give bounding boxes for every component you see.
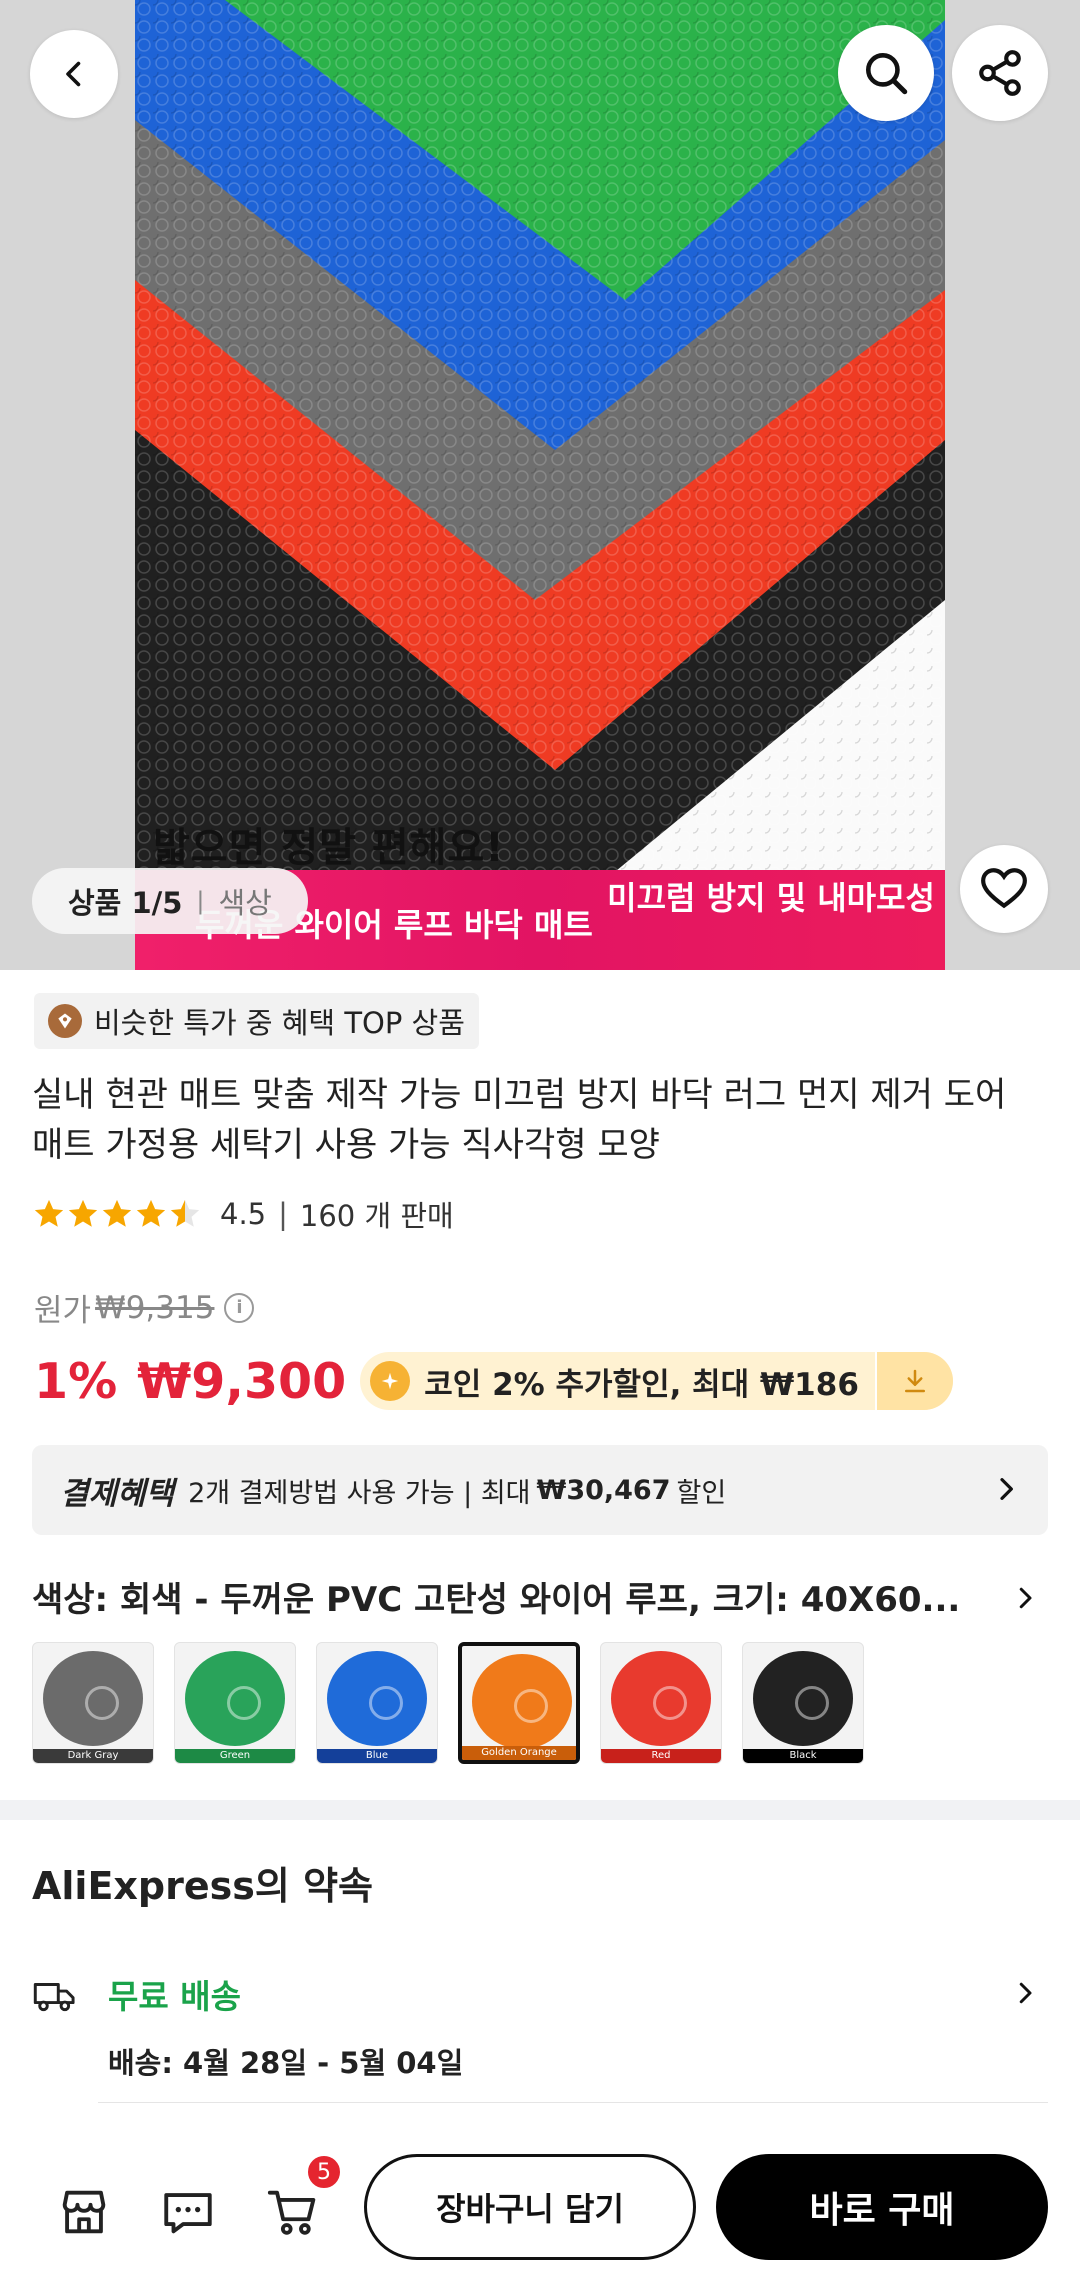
truck-icon	[32, 1976, 78, 2020]
color-swatch[interactable]: Red	[600, 1642, 722, 1764]
chevron-right-icon	[1010, 1582, 1040, 1622]
image-counter-current: 상품 1/5	[68, 886, 183, 920]
buy-now-button[interactable]: 바로 구매	[716, 2154, 1048, 2260]
swatch-image	[611, 1651, 711, 1746]
payment-benefits[interactable]: 결제혜택 2개 결제방법 사용 가능 | 최대 ₩30,467 할인	[32, 1445, 1048, 1535]
color-swatches: Dark Gray Green Blue Golden Orange Red Black	[32, 1642, 884, 1764]
store-icon	[62, 2190, 106, 2234]
cart-count-badge: 5	[306, 2154, 342, 2190]
promise-title: AliExpress의 약속	[32, 1864, 373, 1908]
add-to-cart-button[interactable]: 장바구니 담기	[364, 2154, 696, 2260]
image-counter-color: 색상	[218, 886, 272, 920]
color-swatch[interactable]: Green	[174, 1642, 296, 1764]
chat-icon	[164, 2193, 212, 2234]
image-counter[interactable]: 상품 1/5 | 색상	[32, 868, 308, 934]
banner-right-text: 미끄럼 방지 및 내마모성	[607, 879, 935, 917]
delivery-date: 배송: 4월 28일 - 5월 04일	[108, 2046, 464, 2080]
divider	[98, 2102, 1048, 2103]
chevron-right-icon	[990, 1473, 1022, 1512]
product-image-carousel[interactable]: 밟으면 정말 편해요! 두꺼운 와이어 루프 바닥 매트 미끄럼 방지 및 내마…	[0, 0, 1080, 970]
swatch-label: Black	[743, 1749, 863, 1763]
swatch-image	[43, 1651, 143, 1746]
download-icon	[904, 1369, 925, 1393]
swatch-label: Dark Gray	[33, 1749, 153, 1763]
original-price: 원가 ₩9,315 i	[34, 1285, 255, 1330]
bottom-action-bar: 5 장바구니 담기 바로 구매	[0, 2140, 1080, 2284]
rating-value: 4.5	[220, 1197, 267, 1231]
heart-icon	[981, 868, 1027, 909]
payment-benefits-suffix: 할인	[676, 1477, 727, 1509]
shipping-row[interactable]: 무료 배송 배송: 4월 28일 - 5월 04일	[32, 1970, 1048, 2090]
section-divider	[0, 1800, 1080, 1820]
star-icon	[68, 1199, 98, 1227]
promo-tag: 비슷한 특가 중 혜택 TOP 상품	[34, 993, 479, 1049]
payment-benefits-title: 결제혜택	[60, 1475, 175, 1512]
swatch-image	[327, 1651, 427, 1746]
coin-discount-text: 코인 2% 추가할인, 최대 ₩186	[424, 1366, 859, 1403]
tag-icon	[48, 1004, 82, 1038]
back-button[interactable]	[30, 30, 118, 118]
cart-icon	[267, 2190, 316, 2235]
share-icon	[979, 50, 1021, 96]
star-icon	[102, 1199, 132, 1227]
product-page: 밟으면 정말 편해요! 두꺼운 와이어 루프 바닥 매트 미끄럼 방지 및 내마…	[0, 0, 1080, 2284]
discount-percent: 1%	[34, 1352, 118, 1410]
original-price-label: 원가	[34, 1293, 92, 1329]
share-button[interactable]	[952, 25, 1048, 121]
swatch-label: Red	[601, 1749, 721, 1763]
swatch-image	[472, 1654, 572, 1749]
coin-icon	[370, 1361, 411, 1401]
star-icon	[136, 1199, 166, 1227]
payment-benefits-amount: ₩30,467	[536, 1474, 671, 1506]
product-title: 실내 현관 매트 맞춤 제작 가능 미끄럼 방지 바닥 러그 먼지 제거 도어 …	[32, 1075, 1007, 1165]
search-icon	[866, 53, 908, 95]
original-price-value: ₩9,315	[95, 1289, 215, 1326]
coin-discount-pill[interactable]: 코인 2% 추가할인, 최대 ₩186	[360, 1352, 953, 1410]
color-swatch[interactable]: Black	[742, 1642, 864, 1764]
info-icon[interactable]: i	[224, 1292, 255, 1323]
payment-benefits-text: 2개 결제방법 사용 가능 | 최대	[188, 1477, 531, 1509]
promo-tag-text: 비슷한 특가 중 혜택 TOP 상품	[94, 1006, 465, 1040]
rating-stars	[32, 1197, 202, 1231]
star-icon	[34, 1199, 64, 1227]
swatch-label: Golden Orange	[462, 1746, 576, 1760]
download-coupon-button[interactable]	[874, 1352, 953, 1410]
swatch-image	[185, 1651, 285, 1746]
color-swatch[interactable]: Dark Gray	[32, 1642, 154, 1764]
hero-overlay-text: 밟으면 정말 편해요!	[153, 825, 505, 871]
chat-button[interactable]	[152, 2176, 224, 2248]
color-swatch[interactable]: Golden Orange	[458, 1642, 580, 1764]
color-swatch[interactable]: Blue	[316, 1642, 438, 1764]
free-shipping-label: 무료 배송	[108, 1977, 241, 2016]
store-button[interactable]	[48, 2176, 120, 2248]
sale-price: ₩9,300	[137, 1352, 347, 1410]
swatch-label: Green	[175, 1749, 295, 1763]
search-button[interactable]	[838, 25, 934, 121]
swatch-image	[753, 1651, 853, 1746]
variant-selector[interactable]: 색상: 회색 - 두꺼운 PVC 고탄성 와이어 루프, 크기: 40X60..…	[32, 1568, 1048, 1624]
variant-label: 색상: 회색 - 두꺼운 PVC 고탄성 와이어 루프, 크기: 40X60..…	[32, 1579, 961, 1620]
wishlist-button[interactable]	[960, 845, 1048, 933]
star-icon	[170, 1199, 200, 1227]
chevron-left-icon	[66, 61, 81, 87]
chevron-right-icon	[1010, 1978, 1040, 2012]
swatch-label: Blue	[317, 1749, 437, 1763]
product-image: 밟으면 정말 편해요! 두꺼운 와이어 루프 바닥 매트 미끄럼 방지 및 내마…	[135, 0, 945, 970]
rating-row[interactable]: 4.5 | 160 개 판매	[32, 1192, 454, 1236]
price-row: 1% ₩9,300 코인 2% 추가할인, 최대 ₩186	[34, 1348, 953, 1414]
sold-count: 160 개 판매	[299, 1199, 454, 1233]
